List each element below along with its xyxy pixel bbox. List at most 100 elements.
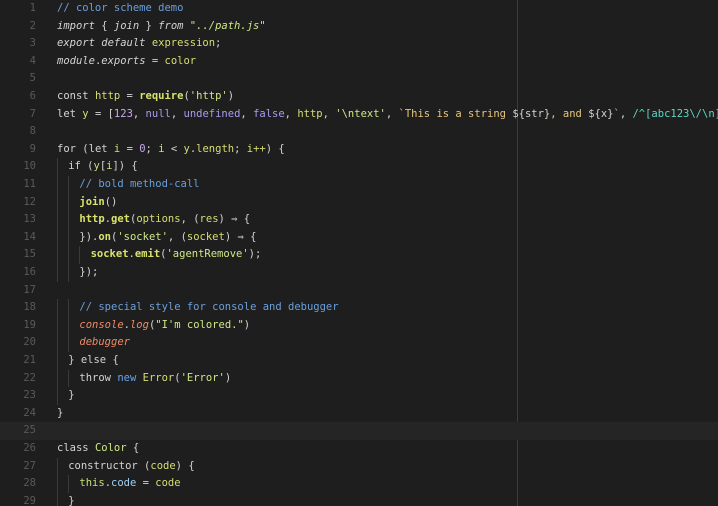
code-line[interactable]: 6 const http = require('http') bbox=[0, 88, 718, 106]
code-token: ) bbox=[227, 90, 235, 102]
indent-guide bbox=[57, 228, 58, 247]
code-line[interactable]: 26 class Color { bbox=[0, 440, 718, 458]
line-number: 15 bbox=[23, 248, 36, 261]
line-code: } bbox=[57, 405, 63, 423]
code-token: let bbox=[88, 142, 114, 155]
code-token: = [ bbox=[88, 107, 114, 120]
line-code: for (let i = 0; i < y.length; i++) { bbox=[57, 141, 285, 159]
code-token: debugger bbox=[79, 336, 130, 349]
line-code: export default expression; bbox=[57, 35, 221, 53]
code-token: join bbox=[79, 195, 105, 208]
code-line[interactable]: 1 // color scheme demo bbox=[0, 0, 718, 18]
indent-guide bbox=[57, 457, 58, 476]
line-number: 2 bbox=[29, 19, 36, 32]
code-line[interactable]: 3 export default expression; bbox=[0, 35, 718, 53]
line-code: } bbox=[68, 493, 74, 506]
line-code: import { join } from "../path.js" bbox=[57, 18, 266, 36]
line-code: }).on('socket', (socket) ⇒ { bbox=[79, 229, 256, 247]
code-token: ; bbox=[145, 142, 159, 155]
indent-guide bbox=[57, 475, 58, 493]
code-token: () bbox=[104, 195, 118, 208]
line-code: // special style for console and debugge… bbox=[79, 299, 338, 317]
code-token: , bbox=[132, 107, 146, 120]
code-line[interactable]: 12 join() bbox=[0, 193, 718, 212]
code-line[interactable]: 22 throw new Error('Error') bbox=[0, 369, 718, 388]
code-line[interactable]: 17 bbox=[0, 282, 718, 300]
line-number: 16 bbox=[23, 266, 36, 278]
code-line[interactable]: 2 import { join } from "../path.js" bbox=[0, 18, 718, 36]
code-token: false bbox=[253, 107, 285, 120]
code-line[interactable]: 24} bbox=[0, 405, 718, 423]
code-line[interactable]: 18 // special style for console and debug… bbox=[0, 299, 718, 317]
line-number: 3 bbox=[29, 37, 36, 50]
code-token: null bbox=[145, 107, 171, 120]
code-token: let bbox=[57, 107, 83, 120]
code-token: ; bbox=[215, 37, 222, 50]
code-line[interactable]: 5 bbox=[0, 70, 718, 88]
indent-guide bbox=[57, 246, 58, 264]
code-token: , bbox=[284, 107, 298, 120]
code-line[interactable]: 8 bbox=[0, 123, 718, 141]
line-number: 22 bbox=[23, 371, 36, 384]
code-line[interactable]: 29} bbox=[0, 492, 718, 506]
line-code: join() bbox=[79, 194, 117, 212]
code-line[interactable]: 15 socket.emit('agentRemove'); bbox=[0, 246, 718, 264]
line-code: debugger bbox=[79, 334, 130, 352]
code-token: , bbox=[385, 107, 399, 120]
line-number: 6 bbox=[29, 90, 36, 102]
code-token: http bbox=[94, 90, 121, 102]
code-line[interactable]: 16}); bbox=[0, 264, 718, 282]
indent-guide bbox=[57, 492, 58, 506]
code-token: code bbox=[111, 477, 137, 490]
code-token: if bbox=[68, 160, 88, 173]
code-line[interactable]: 10 if (y[i]) { bbox=[0, 158, 718, 176]
code-line[interactable]: 9 for (let i = 0; i < y.length; i++) { bbox=[0, 141, 718, 159]
code-token: get bbox=[111, 213, 130, 226]
line-number: 27 bbox=[23, 459, 36, 472]
code-line[interactable]: 7 let y = [123, null, undefined, false, h… bbox=[0, 106, 718, 124]
indent-guide bbox=[68, 246, 70, 264]
line-number: 1 bbox=[29, 2, 36, 14]
code-line[interactable]: 25 bbox=[0, 422, 718, 440]
indent-guide bbox=[68, 264, 70, 282]
code-line[interactable]: 21} else { bbox=[0, 352, 718, 370]
code-token: ) ⇒ { bbox=[218, 213, 251, 226]
code-token: { bbox=[126, 442, 140, 454]
code-editor[interactable]: 1 // color scheme demo 2 import { join } fr… bbox=[0, 0, 718, 506]
line-code: // color scheme demo bbox=[57, 0, 183, 18]
line-number: 4 bbox=[29, 54, 36, 67]
code-line[interactable]: 19 console.log("I'm colored.") bbox=[0, 316, 718, 335]
indent-guide bbox=[57, 369, 58, 388]
line-code: let y = [123, null, undefined, false, ht… bbox=[57, 106, 718, 124]
indent-guide bbox=[68, 369, 70, 388]
line-number: 12 bbox=[23, 195, 36, 208]
code-line[interactable]: 28 this.code = code bbox=[0, 475, 718, 493]
indent-guide bbox=[57, 299, 58, 317]
code-token: this bbox=[79, 477, 105, 490]
line-number: 19 bbox=[23, 318, 36, 331]
code-token: http bbox=[79, 213, 105, 226]
code-line[interactable]: 4 module.exports = color bbox=[0, 53, 718, 71]
code-line[interactable]: 23} bbox=[0, 387, 718, 405]
code-token: } bbox=[68, 389, 75, 402]
code-token: , bbox=[170, 107, 184, 120]
code-token: new bbox=[117, 371, 143, 384]
line-number: 10 bbox=[23, 160, 36, 173]
line-code: module.exports = color bbox=[57, 53, 196, 71]
code-token: ; bbox=[234, 142, 247, 155]
code-token: 'Error' bbox=[180, 371, 225, 384]
code-line[interactable]: 11 // bold method-call bbox=[0, 176, 718, 194]
indent-guide bbox=[57, 158, 58, 176]
code-token: Error bbox=[142, 371, 175, 384]
code-token: http bbox=[297, 107, 323, 120]
indent-guide bbox=[79, 246, 81, 264]
code-token: "I'm colored." bbox=[155, 318, 244, 331]
code-line[interactable]: 20 debugger bbox=[0, 334, 718, 352]
code-line[interactable]: 13 http.get(options, (res) ⇒ { bbox=[0, 211, 718, 229]
code-token: 'agentRemove' bbox=[166, 248, 249, 261]
line-number: 13 bbox=[23, 213, 36, 226]
code-line[interactable]: 27 constructor (code) { bbox=[0, 457, 718, 476]
code-line[interactable]: 14}).on('socket', (socket) ⇒ { bbox=[0, 228, 718, 247]
indent-guide bbox=[68, 176, 70, 194]
line-code: http.get(options, (res) ⇒ { bbox=[79, 211, 250, 229]
